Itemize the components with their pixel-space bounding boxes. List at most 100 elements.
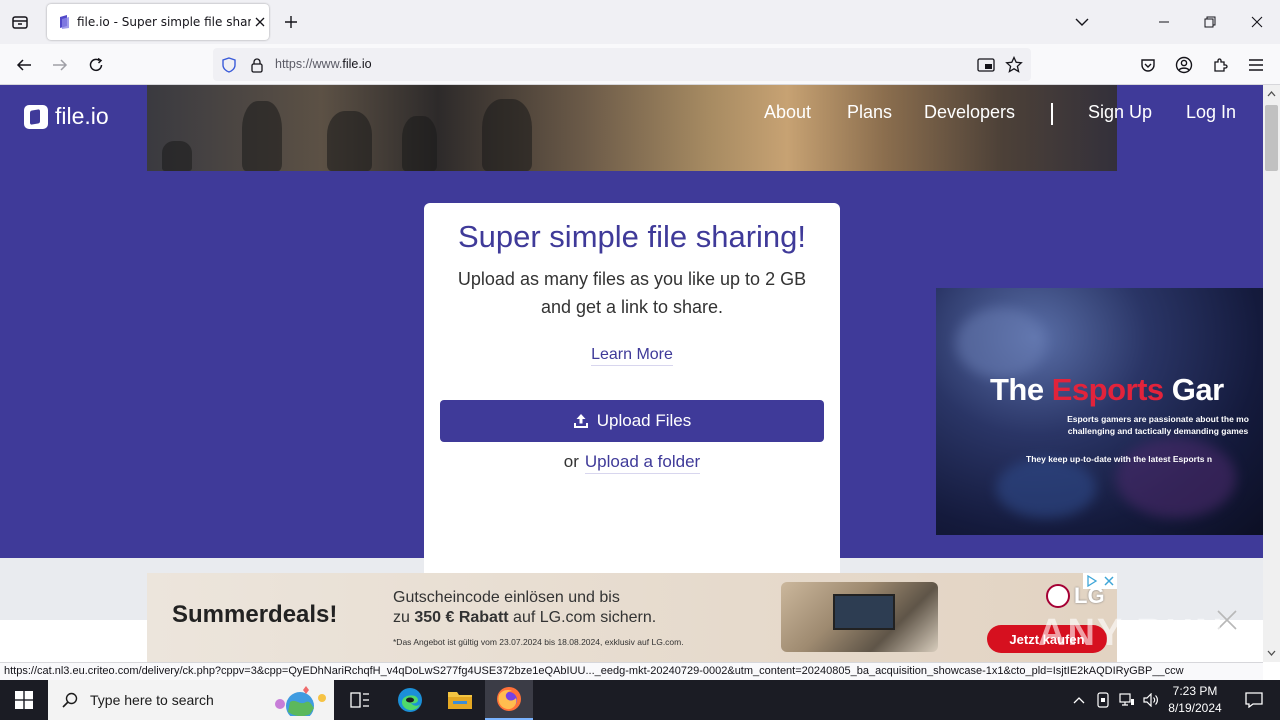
- restore-icon: [1204, 16, 1216, 28]
- picture-in-picture-icon[interactable]: [977, 56, 995, 74]
- address-bar[interactable]: https://www.file.io: [213, 48, 1031, 81]
- fileio-logo-icon: [24, 104, 48, 129]
- firefox-icon: [497, 687, 521, 711]
- account-button[interactable]: [1171, 52, 1197, 78]
- upload-folder-line: or Upload a folder: [424, 452, 840, 474]
- nav-link-developers[interactable]: Developers: [924, 102, 1015, 123]
- reload-icon: [89, 57, 103, 72]
- tab-active[interactable]: file.io - Super simple file sharing: [47, 4, 269, 40]
- taskbar-search-box[interactable]: Type here to search: [48, 680, 334, 720]
- show-hidden-icons-button[interactable]: [1068, 680, 1090, 720]
- nav-divider: [1051, 103, 1053, 125]
- close-window-button[interactable]: [1234, 0, 1280, 44]
- learn-more-link[interactable]: Learn More: [591, 346, 673, 366]
- page-scrollbar[interactable]: [1263, 85, 1280, 662]
- taskbar-clock[interactable]: 7:23 PM 8/19/2024: [1160, 683, 1230, 717]
- adchoices-badge[interactable]: [1083, 573, 1117, 589]
- nav-link-about[interactable]: About: [764, 102, 811, 123]
- file-explorer-taskbar-button[interactable]: [436, 680, 484, 720]
- bottom-advertisement[interactable]: Summerdeals! Gutscheincode einlösen und …: [147, 573, 1117, 662]
- edge-taskbar-button[interactable]: [386, 680, 434, 720]
- or-text: or: [563, 452, 579, 471]
- search-highlight-globe-icon: [275, 686, 326, 716]
- adchoices-play-icon: [1087, 575, 1098, 587]
- edge-browser-icon: [398, 688, 422, 712]
- fileio-favicon-icon: [57, 15, 71, 29]
- speaker-icon: [1143, 693, 1158, 707]
- pocket-button[interactable]: [1135, 52, 1161, 78]
- ad-product-photo: [781, 582, 938, 652]
- upload-icon: [573, 413, 589, 429]
- upload-folder-link[interactable]: Upload a folder: [584, 452, 701, 474]
- plus-icon: [285, 16, 297, 28]
- lock-icon[interactable]: [248, 56, 266, 74]
- ad-headline: Summerdeals!: [172, 601, 338, 628]
- arrow-right-icon: [53, 59, 68, 71]
- upload-files-label: Upload Files: [596, 411, 692, 430]
- ad-fine-print: *Das Angebot ist gültig vom 23.07.2024 b…: [393, 637, 684, 647]
- tracking-protection-shield-icon[interactable]: [220, 56, 238, 74]
- tab-list-button[interactable]: [8, 10, 32, 34]
- folder-icon: [448, 692, 472, 709]
- minimize-button[interactable]: [1141, 0, 1187, 44]
- windows-logo-icon: [15, 691, 33, 709]
- pocket-icon: [1141, 59, 1155, 72]
- close-icon: [1104, 576, 1114, 586]
- tab-close-button[interactable]: [251, 13, 269, 31]
- learn-more-link-wrapper: Learn More: [424, 344, 840, 366]
- header-ad-banner-image[interactable]: [147, 85, 1117, 171]
- arrow-left-icon: [16, 59, 31, 71]
- back-button[interactable]: [11, 52, 37, 78]
- network-tray-button[interactable]: [1116, 680, 1138, 720]
- minimize-icon: [1159, 21, 1169, 23]
- nav-link-signup[interactable]: Sign Up: [1088, 102, 1152, 123]
- restore-button[interactable]: [1187, 0, 1233, 44]
- task-view-icon: [350, 692, 369, 708]
- new-tab-button[interactable]: [279, 10, 303, 34]
- navigation-toolbar: https://www.file.io: [0, 44, 1280, 85]
- chevron-down-icon: [1267, 650, 1276, 656]
- list-all-tabs-button[interactable]: [1070, 10, 1094, 34]
- anyrun-watermark: ANY RUN: [1038, 612, 1225, 654]
- close-icon: [1251, 16, 1263, 28]
- device-tray-button[interactable]: [1092, 680, 1114, 720]
- side-ad-text: Esports gamers are passionate about the …: [1067, 414, 1249, 436]
- firefox-taskbar-button[interactable]: [485, 680, 533, 720]
- nav-link-login[interactable]: Log In: [1186, 102, 1236, 123]
- side-advertisement[interactable]: The Esports Gar Esports gamers are passi…: [936, 288, 1263, 535]
- close-icon: [255, 17, 265, 27]
- action-center-button[interactable]: [1234, 680, 1274, 720]
- tab-title: file.io - Super simple file sharing: [77, 15, 251, 29]
- chevron-up-icon: [1267, 91, 1276, 97]
- clock-date: 8/19/2024: [1168, 701, 1222, 715]
- lg-circle-icon: [1046, 584, 1070, 608]
- site-logo[interactable]: file.io: [24, 103, 109, 130]
- forward-button[interactable]: [47, 52, 73, 78]
- upload-description: Upload as many files as you like up to 2…: [457, 269, 807, 317]
- scroll-down-arrow[interactable]: [1263, 646, 1280, 660]
- side-ad-text-line3: They keep up-to-date with the latest Esp…: [1026, 454, 1213, 464]
- windows-taskbar: Type here to search 7:23 PM 8/19/2024: [0, 680, 1280, 720]
- ad-text-line2: zu 350 € Rabatt auf LG.com sichern.: [393, 609, 657, 626]
- tab-list-icon: [12, 16, 28, 29]
- volume-tray-button[interactable]: [1140, 680, 1162, 720]
- notification-icon: [1245, 692, 1263, 708]
- scroll-thumb[interactable]: [1265, 105, 1278, 171]
- nav-link-plans[interactable]: Plans: [847, 102, 892, 123]
- menu-button[interactable]: [1243, 52, 1269, 78]
- page-title: Super simple file sharing!: [457, 219, 807, 254]
- clock-time: 7:23 PM: [1172, 684, 1218, 698]
- url-text[interactable]: https://www.file.io: [275, 57, 372, 71]
- hamburger-menu-icon: [1249, 59, 1263, 71]
- start-button[interactable]: [0, 680, 48, 720]
- network-icon: [1119, 693, 1134, 706]
- upload-files-button[interactable]: Upload Files: [440, 400, 824, 442]
- chevron-up-icon: [1073, 697, 1085, 704]
- bookmark-star-icon[interactable]: [1005, 56, 1023, 74]
- link-status-bar: https://cat.nl3.eu.criteo.com/delivery/c…: [0, 662, 1263, 680]
- search-icon: [62, 692, 78, 708]
- task-view-button[interactable]: [336, 680, 384, 720]
- extensions-button[interactable]: [1207, 52, 1233, 78]
- scroll-up-arrow[interactable]: [1263, 87, 1280, 101]
- reload-button[interactable]: [83, 52, 109, 78]
